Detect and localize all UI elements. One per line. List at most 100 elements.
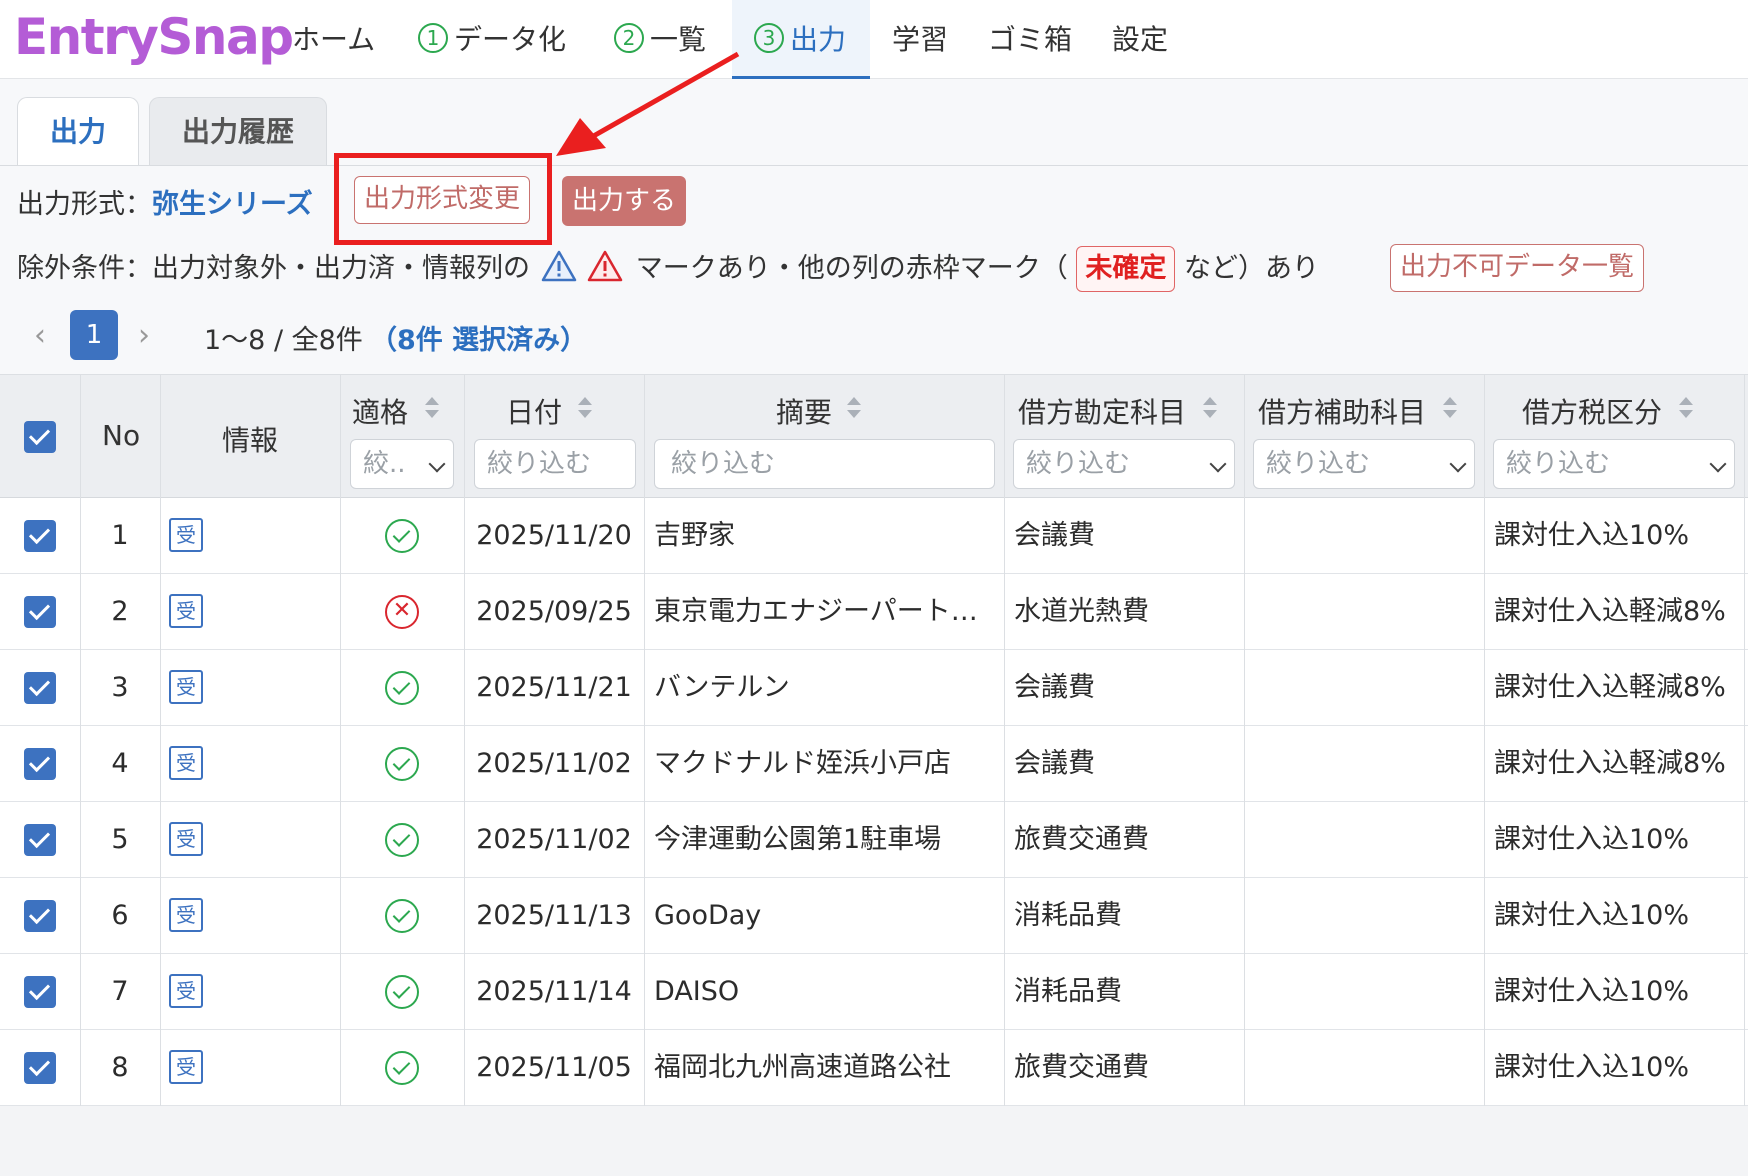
nav-label: 設定: [1112, 23, 1169, 56]
cell-debit-sub: [1254, 574, 1480, 650]
cell-no: 3: [111, 672, 129, 703]
cell-debit-account: 会議費: [1014, 748, 1095, 779]
table-header: No 情報 適格 絞.. 日付 絞り込む 摘要 絞り込む 借方勘定科目 絞り込む…: [0, 375, 1748, 498]
nav-data[interactable]: 1 データ化: [418, 0, 566, 79]
unexportable-list-button[interactable]: 出力不可データ一覧: [1390, 244, 1644, 292]
table-row[interactable]: 7 受 2025/11/14 DAISO 消耗品費 課対仕入込10%: [0, 954, 1748, 1030]
sort-icon[interactable]: [1202, 397, 1218, 421]
page-1-button[interactable]: 1: [70, 310, 118, 360]
cell-no: 2: [111, 596, 129, 627]
header-debit-sub[interactable]: 借方補助科目: [1258, 391, 1426, 431]
selected-count: （8件 選択済み）: [370, 325, 588, 356]
sort-icon[interactable]: [1442, 397, 1458, 421]
filter-date-input[interactable]: 絞り込む: [474, 439, 636, 489]
format-label-text: 出力形式：: [17, 189, 152, 220]
table-row[interactable]: 4 受 2025/11/02 マクドナルド姪浜小戸店 会議費 課対仕入込軽減8%: [0, 726, 1748, 802]
table-row[interactable]: 5 受 2025/11/02 今津運動公園第1駐車場 旅費交通費 課対仕入込10%: [0, 802, 1748, 878]
row-checkbox[interactable]: [24, 596, 56, 628]
cell-debit-tax: 課対仕入込軽減8%: [1494, 672, 1726, 703]
receipt-info-icon[interactable]: 受: [169, 898, 203, 932]
nav-list[interactable]: 2 一覧: [614, 0, 706, 79]
nav-label: 一覧: [650, 23, 707, 56]
sort-icon[interactable]: [577, 397, 593, 421]
receipt-info-icon[interactable]: 受: [169, 1050, 203, 1084]
cell-no: 1: [111, 520, 129, 551]
cell-debit-account: 消耗品費: [1014, 976, 1122, 1007]
chevron-down-icon: [1449, 455, 1467, 473]
cell-summary: マクドナルド姪浜小戸店: [654, 748, 951, 779]
step-2-icon: 2: [614, 23, 644, 53]
exclusion-conditions: 除外条件：出力対象外・出力済・情報列の マークあり・他の列の赤枠マーク（ 未確定…: [17, 246, 1319, 298]
column-divider: [1004, 375, 1005, 1107]
table-row[interactable]: 2 受 ✕ 2025/09/25 東京電力エナジーパート… 水道光熱費 課対仕入込軽減8%: [0, 574, 1748, 650]
column-divider: [1744, 375, 1745, 1107]
header-date[interactable]: 日付: [506, 391, 562, 431]
chevron-down-icon: [428, 455, 446, 473]
receipt-info-icon[interactable]: 受: [169, 746, 203, 780]
tab-output[interactable]: 出力: [17, 97, 139, 166]
header-summary[interactable]: 摘要: [776, 391, 832, 431]
warning-blue-icon: [541, 250, 576, 282]
data-table: No 情報 適格 絞.. 日付 絞り込む 摘要 絞り込む 借方勘定科目 絞り込む…: [0, 374, 1748, 1107]
cell-debit-tax: 課対仕入込10%: [1494, 976, 1690, 1007]
nav-home[interactable]: ホーム: [292, 0, 375, 79]
qualified-check-icon: [385, 519, 419, 553]
header-debit-account[interactable]: 借方勘定科目: [1018, 391, 1186, 431]
row-checkbox[interactable]: [24, 748, 56, 780]
column-divider: [1244, 375, 1245, 1107]
filter-summary-input[interactable]: 絞り込む: [654, 439, 995, 489]
filter-debit-sub-select[interactable]: 絞り込む: [1253, 439, 1475, 489]
step-3-icon: 3: [754, 23, 784, 53]
row-checkbox[interactable]: [24, 520, 56, 552]
cell-no: 7: [111, 976, 129, 1007]
top-nav: EntrySnap ホーム 1 データ化 2 一覧 3 出力 学習 ゴミ箱 設定: [0, 0, 1748, 79]
table-row[interactable]: 8 受 2025/11/05 福岡北九州高速道路公社 旅費交通費 課対仕入込10%: [0, 1030, 1748, 1106]
cell-no: 4: [111, 748, 129, 779]
header-debit-tax[interactable]: 借方税区分: [1522, 391, 1662, 431]
receipt-info-icon[interactable]: 受: [169, 974, 203, 1008]
app-logo[interactable]: EntrySnap: [14, 8, 294, 66]
cell-debit-account: 消耗品費: [1014, 900, 1122, 931]
row-checkbox[interactable]: [24, 976, 56, 1008]
cell-date: 2025/11/20: [476, 520, 632, 551]
tab-output-history[interactable]: 出力履歴: [149, 97, 327, 165]
pagination-range: 1〜8 / 全8件: [204, 325, 363, 356]
cell-debit-tax: 課対仕入込10%: [1494, 1052, 1690, 1083]
filter-debit-account-text: 絞り込む: [1026, 449, 1131, 479]
nav-output[interactable]: 3 出力: [732, 0, 870, 79]
nav-settings[interactable]: 設定: [1112, 0, 1168, 79]
step-1-icon: 1: [418, 23, 448, 53]
cell-date: 2025/09/25: [476, 596, 632, 627]
nav-trash[interactable]: ゴミ箱: [988, 0, 1072, 79]
nav-learning[interactable]: 学習: [892, 0, 948, 79]
receipt-info-icon[interactable]: 受: [169, 670, 203, 704]
exclusion-middle: マークあり・他の列の赤枠マーク（: [635, 253, 1068, 284]
table-row[interactable]: 6 受 2025/11/13 GooDay 消耗品費 課対仕入込10%: [0, 878, 1748, 954]
sort-icon[interactable]: [424, 397, 440, 421]
sort-icon[interactable]: [1678, 397, 1694, 421]
qualified-check-icon: [385, 1051, 419, 1085]
sort-icon[interactable]: [846, 397, 862, 421]
select-all-checkbox[interactable]: [24, 421, 56, 453]
row-checkbox[interactable]: [24, 900, 56, 932]
filter-debit-account-select[interactable]: 絞り込む: [1013, 439, 1235, 489]
table-row[interactable]: 3 受 2025/11/21 バンテルン 会議費 課対仕入込軽減8%: [0, 650, 1748, 726]
header-qualified[interactable]: 適格: [352, 391, 408, 431]
filter-qualified-select[interactable]: 絞..: [350, 439, 454, 489]
receipt-info-icon[interactable]: 受: [169, 518, 203, 552]
row-checkbox[interactable]: [24, 824, 56, 856]
export-button[interactable]: 出力する: [562, 176, 686, 226]
receipt-info-icon[interactable]: 受: [169, 822, 203, 856]
table-row[interactable]: 1 受 2025/11/20 吉野家 会議費 課対仕入込10%: [0, 498, 1748, 574]
row-checkbox[interactable]: [24, 672, 56, 704]
column-divider: [644, 375, 645, 1107]
qualified-check-icon: [385, 899, 419, 933]
chevron-right-icon[interactable]: ›: [138, 318, 150, 353]
cell-debit-sub: [1254, 878, 1480, 954]
filter-debit-tax-select[interactable]: 絞り込む: [1493, 439, 1735, 489]
chevron-left-icon[interactable]: ‹: [34, 318, 46, 353]
cell-debit-tax: 課対仕入込10%: [1494, 520, 1690, 551]
cell-date: 2025/11/05: [476, 1052, 632, 1083]
receipt-info-icon[interactable]: 受: [169, 594, 203, 628]
row-checkbox[interactable]: [24, 1052, 56, 1084]
